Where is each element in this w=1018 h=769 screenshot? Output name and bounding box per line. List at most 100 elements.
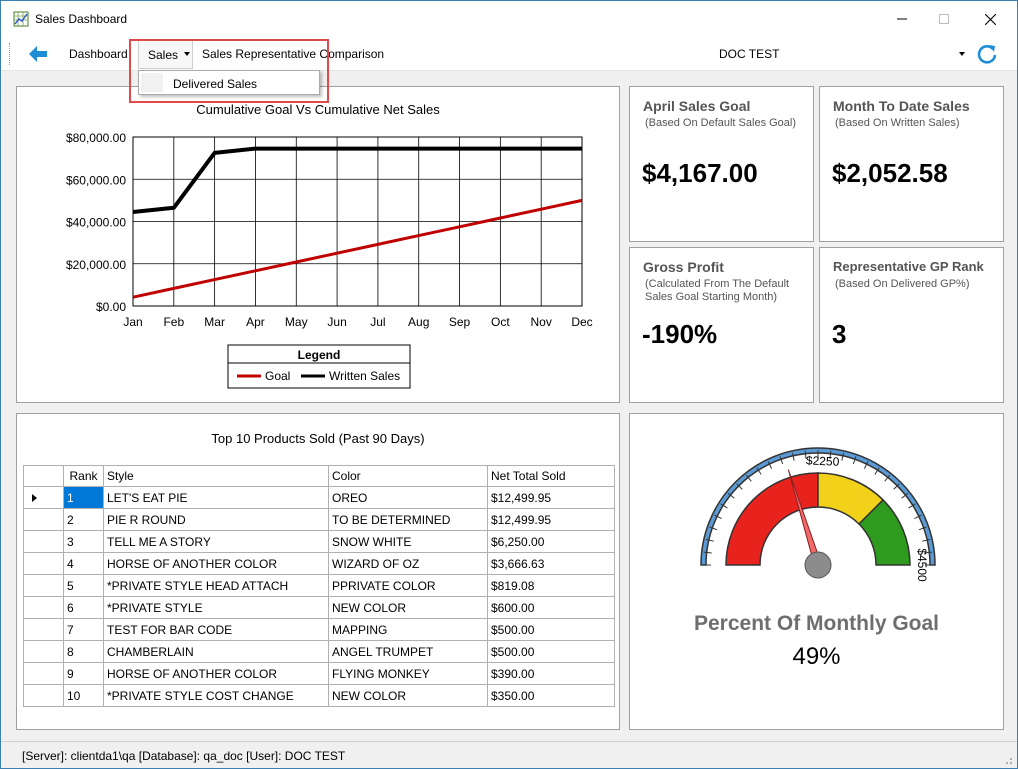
- maximize-button[interactable]: [921, 1, 967, 37]
- net-total-cell[interactable]: $500.00: [487, 640, 615, 663]
- toolbar-grip[interactable]: [9, 43, 12, 65]
- color-cell[interactable]: SNOW WHITE: [328, 530, 488, 553]
- table-row[interactable]: 10 *PRIVATE STYLE COST CHANGE NEW COLOR $35…: [23, 684, 615, 707]
- doc-select[interactable]: DOC TEST: [715, 44, 969, 64]
- top-products-panel: Top 10 Products Sold (Past 90 Days) Rank…: [16, 413, 620, 730]
- color-cell[interactable]: FLYING MONKEY: [328, 662, 488, 685]
- color-cell[interactable]: NEW COLOR: [328, 596, 488, 619]
- row-selector[interactable]: [23, 684, 64, 707]
- row-selector[interactable]: [23, 574, 64, 597]
- current-row-arrow-icon: [32, 493, 37, 502]
- rank-cell[interactable]: 3: [63, 530, 104, 553]
- app-chart-icon: [13, 11, 29, 27]
- row-selector[interactable]: [23, 640, 64, 663]
- color-cell[interactable]: TO BE DETERMINED: [328, 508, 488, 531]
- products-title: Top 10 Products Sold (Past 90 Days): [211, 431, 425, 446]
- color-cell[interactable]: NEW COLOR: [328, 684, 488, 707]
- style-cell[interactable]: LET'S EAT PIE: [103, 486, 329, 509]
- style-cell[interactable]: TEST FOR BAR CODE: [103, 618, 329, 641]
- close-button[interactable]: [967, 1, 1013, 37]
- net-total-cell[interactable]: $3,666.63: [487, 552, 615, 575]
- card-title: Gross Profit: [643, 259, 724, 275]
- x-tick-label: May: [285, 315, 308, 329]
- table-row[interactable]: 3 TELL ME A STORY SNOW WHITE $6,250.00: [23, 530, 615, 553]
- rank-cell[interactable]: 7: [63, 618, 104, 641]
- gauge-tick-label: $2250: [806, 453, 840, 468]
- rank-cell[interactable]: 8: [63, 640, 104, 663]
- style-cell[interactable]: *PRIVATE STYLE: [103, 596, 329, 619]
- style-cell[interactable]: *PRIVATE STYLE HEAD ATTACH: [103, 574, 329, 597]
- table-row[interactable]: 7 TEST FOR BAR CODE MAPPING $500.00: [23, 618, 615, 641]
- chevron-down-icon[interactable]: [959, 52, 965, 56]
- color-cell[interactable]: OREO: [328, 486, 488, 509]
- menu-item-delivered-sales[interactable]: Delivered Sales: [173, 77, 257, 91]
- column-header-color[interactable]: Color: [328, 465, 488, 487]
- net-total-cell[interactable]: $500.00: [487, 618, 615, 641]
- top-products-grid[interactable]: Rank Style Color Net Total Sold 1 LET'S E…: [23, 465, 615, 707]
- close-icon: [984, 13, 996, 25]
- table-row[interactable]: 2 PIE R ROUND TO BE DETERMINED $12,499.95: [23, 508, 615, 531]
- april-sales-goal-card: April Sales Goal (Based On Default Sales…: [629, 86, 814, 242]
- table-row[interactable]: 8 CHAMBERLAIN ANGEL TRUMPET $500.00: [23, 640, 615, 663]
- net-total-cell[interactable]: $12,499.95: [487, 486, 615, 509]
- table-row[interactable]: 9 HORSE OF ANOTHER COLOR FLYING MONKEY $390…: [23, 662, 615, 685]
- net-total-cell[interactable]: $12,499.95: [487, 508, 615, 531]
- net-total-cell[interactable]: $819.08: [487, 574, 615, 597]
- x-tick-label: Jun: [327, 315, 346, 329]
- style-cell[interactable]: HORSE OF ANOTHER COLOR: [103, 552, 329, 575]
- color-cell[interactable]: WIZARD OF OZ: [328, 552, 488, 575]
- rank-cell[interactable]: 4: [63, 552, 104, 575]
- rank-cell[interactable]: 5: [63, 574, 104, 597]
- minimize-button[interactable]: [879, 1, 925, 37]
- net-total-cell[interactable]: $600.00: [487, 596, 615, 619]
- legend-entry: Goal: [265, 369, 290, 383]
- net-total-cell[interactable]: $390.00: [487, 662, 615, 685]
- resize-grip-icon[interactable]: [1003, 755, 1013, 765]
- card-value: $4,167.00: [642, 158, 758, 188]
- row-selector[interactable]: [23, 596, 64, 619]
- table-row[interactable]: 1 LET'S EAT PIE OREO $12,499.95: [23, 486, 615, 509]
- column-header-net-total-sold[interactable]: Net Total Sold: [487, 465, 615, 487]
- row-selector[interactable]: [23, 486, 64, 509]
- color-cell[interactable]: PPRIVATE COLOR: [328, 574, 488, 597]
- dashboard-menu-button[interactable]: Dashboard: [69, 47, 128, 61]
- row-selector[interactable]: [23, 508, 64, 531]
- table-row[interactable]: 4 HORSE OF ANOTHER COLOR WIZARD OF OZ $3,66…: [23, 552, 615, 575]
- net-total-cell[interactable]: $350.00: [487, 684, 615, 707]
- style-cell[interactable]: TELL ME A STORY: [103, 530, 329, 553]
- color-cell[interactable]: MAPPING: [328, 618, 488, 641]
- card-value: 3: [832, 319, 847, 349]
- minimize-icon: [897, 18, 907, 20]
- sales-rep-comparison-button[interactable]: Sales Representative Comparison: [202, 47, 384, 61]
- rank-cell[interactable]: 6: [63, 596, 104, 619]
- row-selector[interactable]: [23, 530, 64, 553]
- color-cell[interactable]: ANGEL TRUMPET: [328, 640, 488, 663]
- row-selector-header[interactable]: [23, 465, 64, 487]
- rank-cell[interactable]: 2: [63, 508, 104, 531]
- column-header-style[interactable]: Style: [103, 465, 329, 487]
- chart-title: Cumulative Goal Vs Cumulative Net Sales: [196, 102, 440, 117]
- column-header-rank[interactable]: Rank: [63, 465, 104, 487]
- y-tick-label: $60,000.00: [66, 173, 126, 187]
- back-arrow-icon[interactable]: [27, 44, 49, 64]
- rank-cell[interactable]: 9: [63, 662, 104, 685]
- row-selector[interactable]: [23, 552, 64, 575]
- gauge-tick-label: $4500: [915, 548, 929, 582]
- chart-legend: Legend Goal Written Sales: [227, 344, 411, 389]
- table-row[interactable]: 6 *PRIVATE STYLE NEW COLOR $600.00: [23, 596, 615, 619]
- net-total-cell[interactable]: $6,250.00: [487, 530, 615, 553]
- style-cell[interactable]: *PRIVATE STYLE COST CHANGE: [103, 684, 329, 707]
- x-tick-label: Sep: [449, 315, 471, 329]
- refresh-icon[interactable]: [976, 43, 998, 65]
- table-row[interactable]: 5 *PRIVATE STYLE HEAD ATTACH PPRIVATE COLO…: [23, 574, 615, 597]
- sales-dropdown-caret-icon[interactable]: [184, 52, 190, 56]
- rank-cell[interactable]: 10: [63, 684, 104, 707]
- style-cell[interactable]: PIE R ROUND: [103, 508, 329, 531]
- style-cell[interactable]: HORSE OF ANOTHER COLOR: [103, 662, 329, 685]
- row-selector[interactable]: [23, 662, 64, 685]
- rank-cell[interactable]: 1: [63, 486, 104, 509]
- card-subtitle: (Calculated From The Default Sales Goal …: [645, 278, 790, 303]
- style-cell[interactable]: CHAMBERLAIN: [103, 640, 329, 663]
- row-selector[interactable]: [23, 618, 64, 641]
- legend-entry: Written Sales: [329, 369, 400, 383]
